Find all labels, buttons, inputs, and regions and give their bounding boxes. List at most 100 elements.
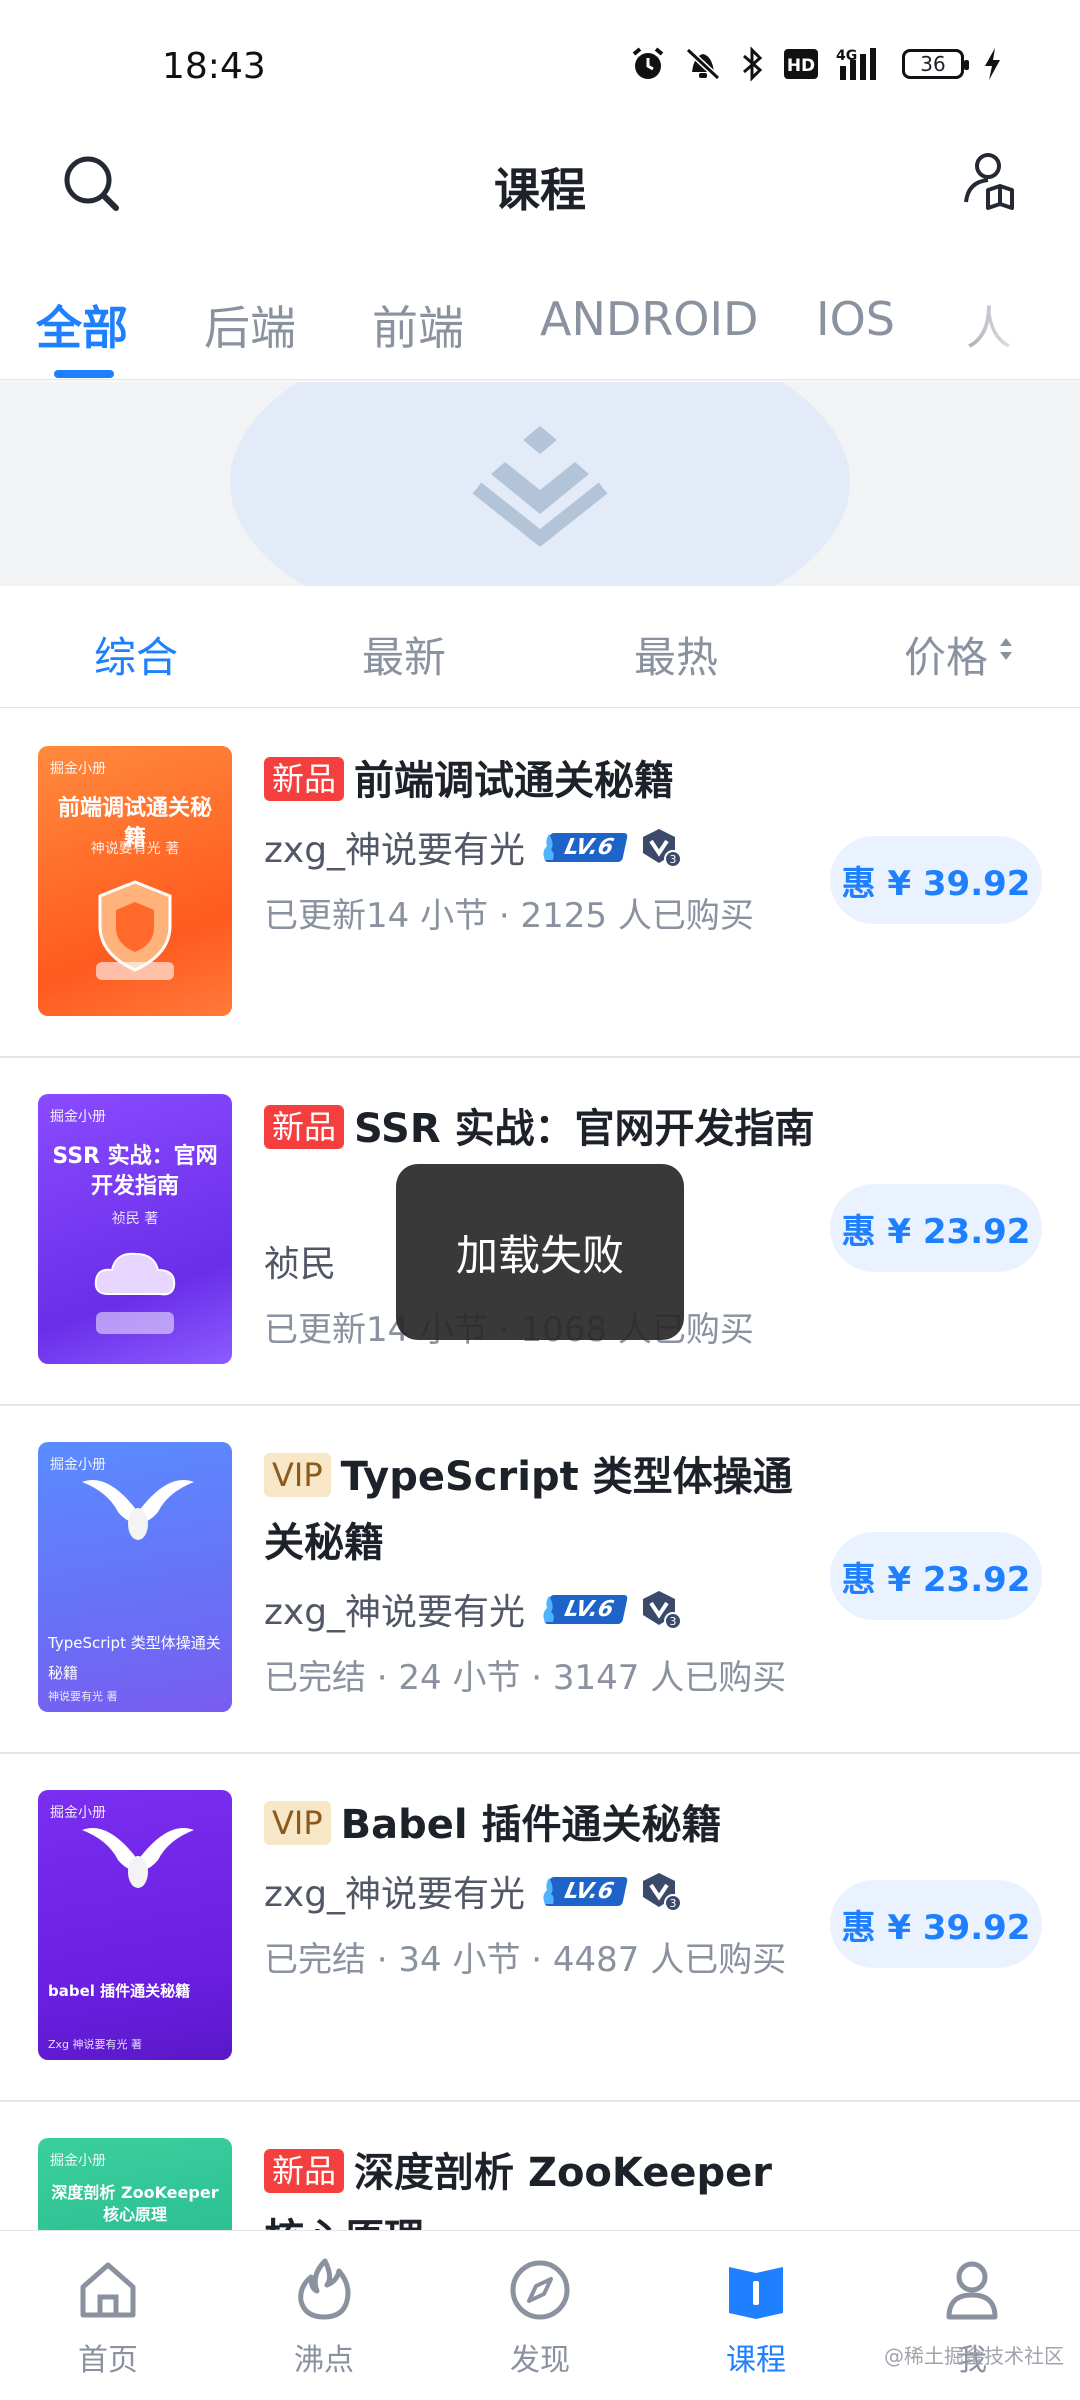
sort-comprehensive[interactable]: 综合 xyxy=(94,624,178,685)
sort-newest[interactable]: 最新 xyxy=(362,624,446,685)
nav-discover-label: 发现 xyxy=(510,2343,570,2378)
v-badge-icon: 3 xyxy=(643,829,683,868)
vip-badge: VIP xyxy=(264,1453,331,1497)
cover-subtitle: 祯民 著 xyxy=(111,1211,159,1227)
course-title: VIP Babel 插件通关秘籍 xyxy=(264,1792,824,1858)
sort-hottest[interactable]: 最热 xyxy=(634,624,718,685)
level-badge: LV.6 xyxy=(541,830,629,864)
tab-frontend[interactable]: 前端 xyxy=(372,292,464,358)
course-author[interactable]: zxg_神说要有光 LV.6 3 xyxy=(264,1858,683,1924)
signal-icon: 4G xyxy=(836,46,884,82)
juejin-logo-icon xyxy=(472,426,608,547)
level-badge: LV.6 xyxy=(541,1874,629,1908)
price-button[interactable]: 惠 ¥ 23.92 xyxy=(830,1184,1042,1272)
status-bar: 18:43 HD 4G 36 xyxy=(0,0,1080,110)
watermark: @稀土掘金技术社区 xyxy=(884,2344,1064,2368)
author-name: zxg_神说要有光 xyxy=(264,1592,526,1633)
course-title-text: 前端调试通关秘籍 xyxy=(354,758,675,804)
nav-pins[interactable]: 沸点 xyxy=(254,2255,394,2379)
hd-icon: HD xyxy=(784,46,818,82)
price-button[interactable]: 惠 ¥ 23.92 xyxy=(830,1532,1042,1620)
compass-icon xyxy=(510,2260,570,2320)
my-courses-button[interactable] xyxy=(954,146,1026,218)
course-card[interactable]: 掘金小册 babel 插件通关秘籍 Zxg 神说要有光 著 VIP Babel 插… xyxy=(0,1754,1080,2102)
cover-brand: 掘金小册 xyxy=(50,1109,106,1125)
nav-home[interactable]: 首页 xyxy=(38,2255,178,2379)
course-meta: 已完结 · 34 小节 · 4487 人已购买 xyxy=(264,1940,787,1980)
cover-title: babel 插件通关秘籍 xyxy=(48,1982,191,2000)
course-title: 新品 SSR 实战：官网开发指南 xyxy=(264,1096,824,1162)
cover-title: SSR 实战：官网开发指南 xyxy=(52,1144,218,1199)
svg-text:3: 3 xyxy=(670,1615,677,1628)
course-title-text: Babel 插件通关秘籍 xyxy=(340,1802,722,1848)
course-author[interactable]: 祯民 xyxy=(264,1228,336,1294)
category-tabs: 全部 后端 前端 ANDROID IOS 人 xyxy=(0,270,1080,380)
author-name: 祯民 xyxy=(264,1244,337,1285)
tab-android[interactable]: ANDROID xyxy=(540,292,758,346)
battery-indicator: 36 xyxy=(902,49,969,79)
dove-illustration xyxy=(82,1480,194,1540)
sort-price[interactable]: 价格 xyxy=(904,624,988,685)
cover-subtitle: 神说要有光 著 xyxy=(48,1690,118,1703)
price-button[interactable]: 惠 ¥ 39.92 xyxy=(830,1880,1042,1968)
svg-text:3: 3 xyxy=(670,853,677,866)
nav-courses[interactable]: 课程 xyxy=(686,2255,826,2379)
nav-courses-label: 课程 xyxy=(726,2343,786,2378)
shield-illustration xyxy=(96,880,174,980)
new-badge: 新品 xyxy=(264,1105,345,1149)
course-meta: 已完结 · 24 小节 · 3147 人已购买 xyxy=(264,1658,787,1698)
active-tab-indicator xyxy=(54,370,114,378)
flame-icon xyxy=(543,834,554,860)
status-icons: HD 4G 36 xyxy=(630,46,1002,82)
cover-brand: 掘金小册 xyxy=(50,2153,106,2169)
cover-title: 深度剖析 ZooKeeper 核心原理 xyxy=(51,2183,219,2224)
cover-subtitle: 神说要有光 著 xyxy=(90,841,180,857)
flame-icon xyxy=(543,1878,554,1904)
course-card[interactable]: 掘金小册 前端调试通关秘籍 神说要有光 著 新品 前端调试通关秘籍 zxg_神说要… xyxy=(0,710,1080,1058)
book-icon xyxy=(729,2267,783,2319)
promo-banner[interactable] xyxy=(0,382,1080,586)
course-title: 新品 前端调试通关秘籍 xyxy=(264,748,824,814)
v-badge-icon: 3 xyxy=(643,1591,683,1630)
svg-text:HD: HD xyxy=(787,56,815,76)
home-icon xyxy=(80,2262,136,2318)
app-header: 课程 xyxy=(0,120,1080,240)
charging-icon xyxy=(982,46,1002,82)
course-title-text: TypeScript 类型体操通关秘籍 xyxy=(264,1454,793,1566)
v-badge-icon: 3 xyxy=(643,1873,683,1912)
tabs-fade xyxy=(940,270,1080,370)
sort-arrows-icon xyxy=(1000,638,1012,660)
course-cover: 掘金小册 babel 插件通关秘籍 Zxg 神说要有光 著 xyxy=(38,1790,232,2060)
status-time: 18:43 xyxy=(162,46,266,87)
course-cover: 掘金小册 前端调试通关秘籍 神说要有光 著 xyxy=(38,746,232,1016)
course-meta: 已更新14 小节 · 2125 人已购买 xyxy=(264,896,754,936)
course-cover: 掘金小册 SSR 实战：官网开发指南 祯民 著 xyxy=(38,1094,232,1364)
cover-brand: 掘金小册 xyxy=(50,761,106,777)
mute-icon xyxy=(684,46,722,82)
vip-badge: VIP xyxy=(264,1801,331,1845)
page-title: 课程 xyxy=(494,163,586,217)
error-toast: 加载失败 xyxy=(396,1164,684,1340)
cloud-illustration xyxy=(94,1252,176,1334)
flame-icon xyxy=(298,2258,351,2320)
level-badge: LV.6 xyxy=(541,1592,629,1626)
course-card[interactable]: 掘金小册 TypeScript 类型体操通关秘籍 神说要有光 著 VIP Type… xyxy=(0,1406,1080,1754)
profile-book-icon xyxy=(964,153,1014,210)
course-title-text: SSR 实战：官网开发指南 xyxy=(354,1106,815,1152)
price-button[interactable]: 惠 ¥ 39.92 xyxy=(830,836,1042,924)
new-badge: 新品 xyxy=(264,757,345,801)
course-author[interactable]: zxg_神说要有光 LV.6 3 xyxy=(264,1576,683,1642)
cover-title: TypeScript 类型体操通关秘籍 xyxy=(48,1634,221,1682)
course-author[interactable]: zxg_神说要有光 LV.6 3 xyxy=(264,814,683,880)
tab-all[interactable]: 全部 xyxy=(36,292,128,358)
nav-discover[interactable]: 发现 xyxy=(470,2255,610,2379)
user-icon xyxy=(946,2261,998,2320)
cover-subtitle: Zxg 神说要有光 著 xyxy=(48,2038,143,2051)
bottom-nav: 首页 沸点 发现 课程 我 xyxy=(0,2230,1080,2400)
nav-pins-label: 沸点 xyxy=(294,2343,354,2378)
alarm-icon xyxy=(630,46,666,82)
new-badge: 新品 xyxy=(264,2149,345,2193)
nav-home-label: 首页 xyxy=(78,2343,138,2378)
tab-ios[interactable]: IOS xyxy=(816,292,895,346)
tab-backend[interactable]: 后端 xyxy=(204,292,296,358)
